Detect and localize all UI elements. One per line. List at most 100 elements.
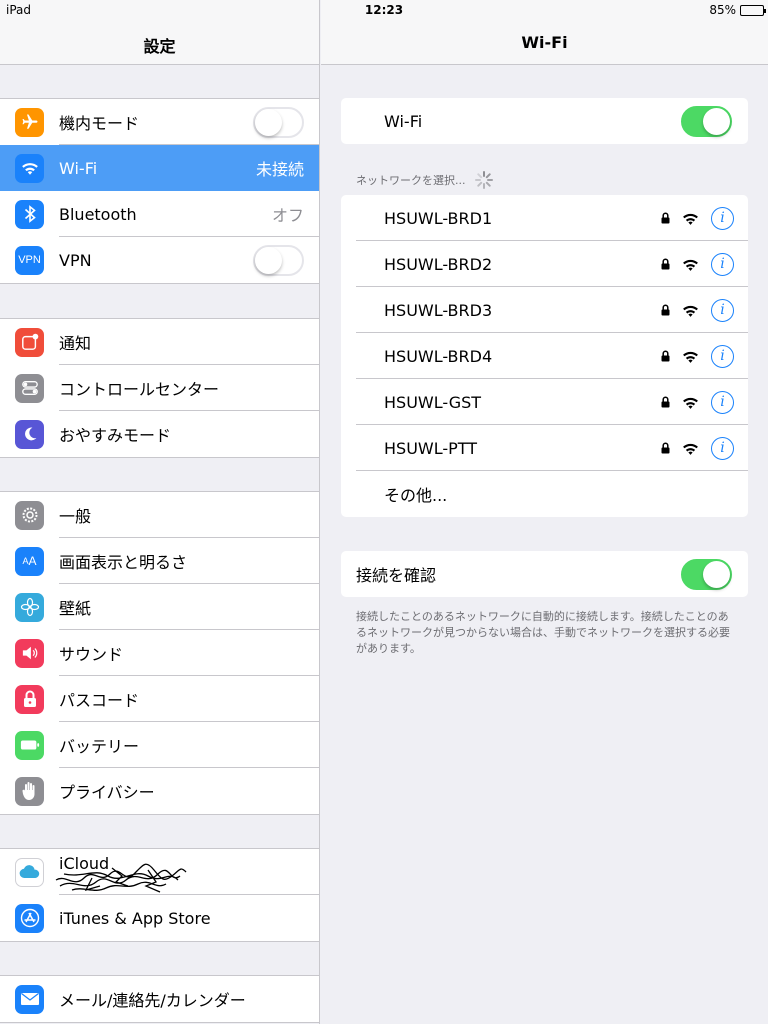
- network-name: HSUWL-BRD4: [384, 346, 493, 366]
- wifi-signal-icon: [683, 305, 698, 317]
- sidebar-item-do-not-disturb[interactable]: おやすみモード: [0, 411, 319, 457]
- network-row[interactable]: HSUWL-BRD3 i: [341, 287, 748, 333]
- sidebar-item-passcode[interactable]: パスコード: [0, 676, 319, 722]
- sidebar-item-wifi[interactable]: Wi-Fi 未接続: [0, 145, 319, 191]
- sidebar-item-label: Wi-Fi: [59, 158, 98, 178]
- control-center-icon: [15, 373, 44, 403]
- network-name: HSUWL-GST: [384, 392, 482, 412]
- sidebar-item-label: 一般: [59, 507, 92, 526]
- wifi-signal-icon: [683, 213, 698, 225]
- sidebar-item-wallpaper[interactable]: 壁紙: [0, 584, 319, 630]
- bluetooth-icon: [15, 199, 44, 229]
- sidebar-item-label: サウンド: [59, 645, 124, 664]
- sidebar-item-privacy[interactable]: プライバシー: [0, 768, 319, 814]
- vpn-icon: VPN: [15, 245, 44, 275]
- sidebar-item-label: メール/連絡先/カレンダー: [59, 991, 246, 1010]
- sidebar-item-display[interactable]: AA 画面表示と明るさ: [0, 538, 319, 584]
- settings-group-general: 一般 AA 画面表示と明るさ 壁紙 サウンド パスコード バッテリー プライバシ…: [0, 491, 319, 815]
- sidebar-item-battery[interactable]: バッテリー: [0, 722, 319, 768]
- wifi-signal-icon: [683, 443, 698, 455]
- info-icon[interactable]: i: [711, 390, 734, 414]
- info-icon[interactable]: i: [711, 344, 734, 368]
- network-name: HSUWL-BRD2: [384, 254, 493, 274]
- ask-to-join-row[interactable]: 接続を確認: [341, 551, 748, 597]
- network-row[interactable]: HSUWL-BRD4 i: [341, 333, 748, 379]
- ask-to-join-footnote: 接続したことのあるネットワークに自動的に接続します。接続したことのあるネットワー…: [356, 610, 730, 655]
- wifi-detail-pane: Wi-Fi Wi-Fi ネットワークを選択... HSUWL-BRD1 i HS…: [321, 0, 768, 1024]
- battery-icon: [15, 730, 44, 760]
- network-name: HSUWL-BRD3: [384, 300, 493, 320]
- status-time: 12:23: [364, 3, 404, 17]
- sidebar-item-vpn[interactable]: VPN VPN: [0, 237, 319, 283]
- network-row[interactable]: HSUWL-GST i: [341, 379, 748, 425]
- wifi-signal-icon: [683, 351, 698, 363]
- icloud-icon: [15, 857, 44, 887]
- battery-percent: 85%: [709, 3, 736, 17]
- sidebar-item-itunes-app-store[interactable]: iTunes & App Store: [0, 895, 319, 941]
- other-network-label: その他...: [384, 486, 448, 505]
- sidebar-item-label: 壁紙: [59, 599, 92, 618]
- redaction-scribble: [55, 863, 187, 893]
- other-network-row[interactable]: その他...: [341, 471, 748, 517]
- sidebar-item-airplane-mode[interactable]: 機内モード: [0, 99, 319, 145]
- lock-icon: [661, 396, 670, 408]
- airplane-mode-toggle[interactable]: [253, 106, 304, 138]
- settings-group-notifications: 通知 コントロールセンター おやすみモード: [0, 318, 319, 458]
- lock-icon: [661, 442, 670, 454]
- choose-network-header: ネットワークを選択...: [356, 170, 494, 190]
- settings-group-connectivity: 機内モード Wi-Fi 未接続 Bluetooth オフ VPN VPN: [0, 98, 319, 284]
- status-bar: iPad 12:23 85%: [0, 0, 768, 20]
- info-icon[interactable]: i: [711, 206, 734, 230]
- wifi-icon: [15, 153, 44, 183]
- sidebar-item-label: コントロールセンター: [59, 380, 220, 399]
- sidebar-item-label: Bluetooth: [59, 204, 137, 224]
- loading-spinner-icon: [474, 171, 493, 189]
- sidebar-item-mail-contacts-calendars[interactable]: メール/連絡先/カレンダー: [0, 976, 319, 1022]
- wifi-status-detail: 未接続: [255, 160, 304, 179]
- vpn-toggle[interactable]: [253, 244, 304, 276]
- app-store-icon: [15, 903, 44, 933]
- ask-to-join-label: 接続を確認: [356, 566, 437, 585]
- sidebar-item-sounds[interactable]: サウンド: [0, 630, 319, 676]
- mail-icon: [15, 984, 44, 1014]
- choose-network-label: ネットワークを選択...: [356, 174, 466, 187]
- sidebar-item-general[interactable]: 一般: [0, 492, 319, 538]
- wifi-toggle[interactable]: [681, 105, 732, 137]
- sidebar-item-label: iTunes & App Store: [59, 908, 211, 928]
- network-row[interactable]: HSUWL-BRD2 i: [341, 241, 748, 287]
- detail-title: Wi-Fi: [521, 33, 568, 52]
- ask-to-join-group: 接続を確認: [341, 551, 748, 597]
- wifi-signal-icon: [683, 397, 698, 409]
- network-row[interactable]: HSUWL-PTT i: [341, 425, 748, 471]
- sidebar-item-label: パスコード: [59, 691, 140, 710]
- sidebar-item-label: 機内モード: [59, 114, 140, 133]
- moon-icon: [15, 419, 44, 449]
- settings-sidebar: 設定 機内モード Wi-Fi 未接続 Bluetooth オフ VPN VPN …: [0, 0, 320, 1024]
- display-icon: AA: [15, 546, 44, 576]
- sidebar-item-notifications[interactable]: 通知: [0, 319, 319, 365]
- settings-group-mail: メール/連絡先/カレンダー: [0, 975, 319, 1023]
- network-row[interactable]: HSUWL-BRD1 i: [341, 195, 748, 241]
- info-icon[interactable]: i: [711, 436, 734, 460]
- sidebar-item-label: バッテリー: [59, 737, 140, 756]
- sidebar-item-control-center[interactable]: コントロールセンター: [0, 365, 319, 411]
- passcode-icon: [15, 684, 44, 714]
- airplane-icon: [15, 107, 44, 137]
- info-icon[interactable]: i: [711, 298, 734, 322]
- wifi-toggle-group: Wi-Fi: [341, 98, 748, 144]
- wifi-toggle-row[interactable]: Wi-Fi: [341, 98, 748, 144]
- wallpaper-icon: [15, 592, 44, 622]
- network-name: HSUWL-BRD1: [384, 208, 493, 228]
- sound-icon: [15, 638, 44, 668]
- ask-to-join-toggle[interactable]: [681, 558, 732, 590]
- sidebar-title: 設定: [143, 37, 176, 56]
- sidebar-item-label: プライバシー: [59, 783, 155, 802]
- network-name: HSUWL-PTT: [384, 438, 478, 458]
- sidebar-item-bluetooth[interactable]: Bluetooth オフ: [0, 191, 319, 237]
- info-icon[interactable]: i: [711, 252, 734, 276]
- privacy-hand-icon: [15, 776, 44, 806]
- battery-indicator: 85%: [709, 3, 766, 17]
- bluetooth-status-detail: オフ: [271, 206, 304, 225]
- notifications-icon: [15, 327, 44, 357]
- wifi-toggle-label: Wi-Fi: [384, 111, 423, 131]
